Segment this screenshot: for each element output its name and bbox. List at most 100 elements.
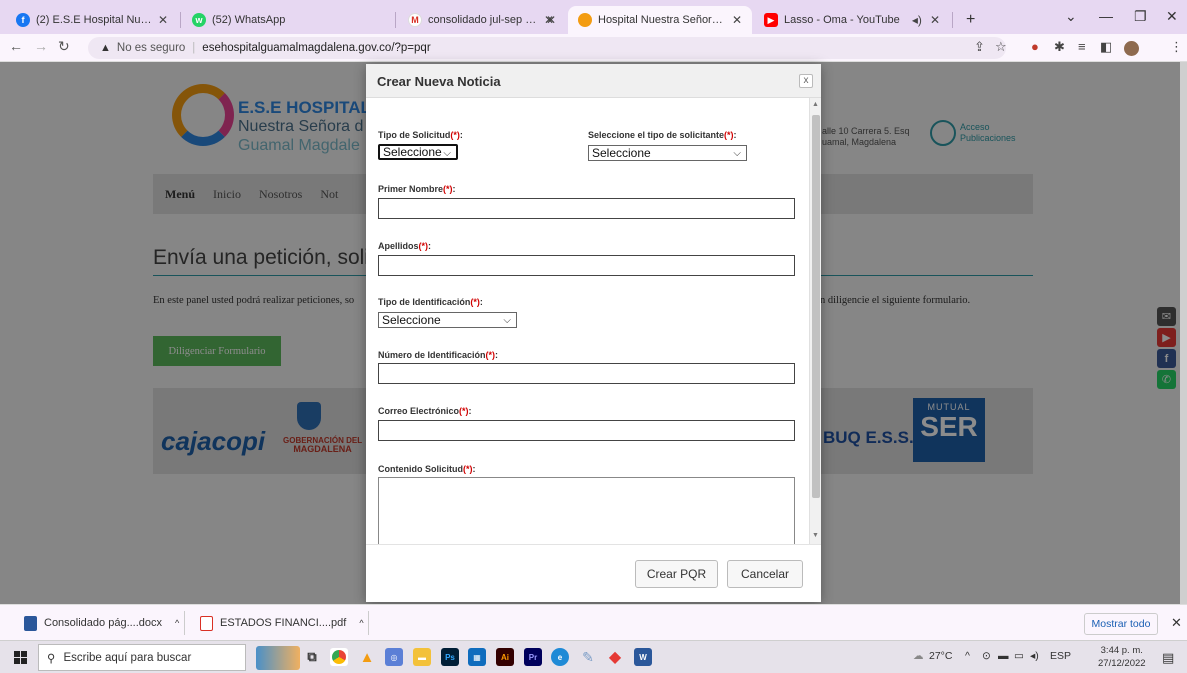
taskbar-search-box[interactable]: ⚲ Escribe aquí para buscar bbox=[38, 644, 246, 671]
tab-search-icon[interactable]: ⌄ bbox=[1065, 8, 1077, 25]
tab-divider bbox=[952, 12, 953, 28]
required-mark: (*) bbox=[724, 130, 734, 140]
field-label: Contenido Solicitud(*): bbox=[378, 464, 476, 474]
extension-icon[interactable]: ● bbox=[1031, 39, 1039, 54]
download-item-docx[interactable]: Consolidado pág....docx ^ bbox=[24, 605, 179, 641]
tab-whatsapp[interactable]: w (52) WhatsApp bbox=[182, 6, 382, 34]
maximize-icon[interactable]: ❐ bbox=[1134, 8, 1147, 25]
tab-title: (52) WhatsApp bbox=[212, 14, 286, 26]
weather-icon: ☁ bbox=[913, 650, 924, 662]
edge-icon[interactable]: e bbox=[551, 648, 569, 666]
store-icon[interactable]: ▦ bbox=[468, 648, 486, 666]
battery-icon[interactable]: ▬ bbox=[998, 650, 1009, 662]
windows-start-icon[interactable] bbox=[14, 651, 27, 664]
select-value: Seleccione bbox=[592, 146, 651, 160]
last-name-input[interactable] bbox=[378, 255, 795, 276]
anydesk-icon[interactable]: ◆ bbox=[606, 648, 624, 666]
bookmark-star-icon[interactable]: ☆ bbox=[995, 39, 1007, 55]
tab-youtube[interactable]: ▶ Lasso - Oma - YouTube ◂) ✕ bbox=[754, 6, 950, 34]
id-number-input[interactable] bbox=[378, 363, 795, 384]
share-icon[interactable]: ⇪ bbox=[974, 39, 985, 55]
premiere-icon[interactable]: Pr bbox=[524, 648, 542, 666]
required-mark: (*) bbox=[485, 350, 496, 360]
network-icon[interactable]: ⊙ bbox=[982, 650, 991, 662]
scroll-down-icon[interactable]: ▼ bbox=[812, 532, 819, 539]
cancel-button[interactable]: Cancelar bbox=[727, 560, 803, 588]
profile-avatar[interactable] bbox=[1124, 41, 1139, 56]
volume-icon[interactable]: ◂) bbox=[1030, 650, 1039, 662]
requester-type-select[interactable]: Seleccione ⌵ bbox=[588, 145, 747, 161]
label-text: Correo Electrónico bbox=[378, 406, 460, 416]
display-icon[interactable]: ▭ bbox=[1014, 650, 1024, 662]
page-scrollbar[interactable] bbox=[1180, 62, 1187, 604]
forward-icon[interactable]: → bbox=[34, 38, 48, 54]
tab-close-icon[interactable]: ✕ bbox=[732, 13, 742, 27]
create-pqr-button[interactable]: Crear PQR bbox=[635, 560, 718, 588]
reload-icon[interactable]: ↻ bbox=[58, 38, 70, 55]
scroll-up-icon[interactable]: ▲ bbox=[812, 101, 819, 108]
menu-kebab-icon[interactable]: ⋮ bbox=[1170, 39, 1183, 55]
weather-temperature[interactable]: 27°C bbox=[929, 650, 952, 662]
field-label: Primer Nombre(*): bbox=[378, 184, 456, 194]
photos-icon[interactable]: ◎ bbox=[385, 648, 403, 666]
side-panel-icon[interactable]: ◧ bbox=[1100, 39, 1112, 55]
tab-facebook[interactable]: f (2) E.S.E Hospital Nuestra Señora ✕ bbox=[6, 6, 178, 34]
security-label[interactable]: No es seguro bbox=[117, 42, 185, 54]
field-label: Seleccione el tipo de solicitante(*): bbox=[588, 130, 737, 140]
minimize-icon[interactable]: — bbox=[1099, 8, 1113, 24]
show-all-downloads-button[interactable]: Mostrar todo bbox=[1084, 613, 1158, 635]
notifications-icon[interactable]: ▤ bbox=[1162, 650, 1174, 666]
required-mark: (*) bbox=[450, 130, 460, 140]
label-text: Contenido Solicitud bbox=[378, 464, 463, 474]
word-doc-icon bbox=[24, 615, 37, 631]
taskbar-clock[interactable]: 3:44 p. m. 27/12/2022 bbox=[1098, 644, 1146, 670]
request-content-textarea[interactable] bbox=[378, 477, 795, 544]
browser-toolbar: ← → ↻ ▲ No es seguro | esehospitalguamal… bbox=[0, 34, 1187, 62]
tab-gmail[interactable]: M consolidado jul-sep 2022 - prens ✕ bbox=[398, 6, 566, 34]
downloads-bar: Consolidado pág....docx ^ ESTADOS FINANC… bbox=[0, 604, 1187, 640]
label-text: Primer Nombre bbox=[378, 184, 444, 194]
close-downloads-icon[interactable]: ✕ bbox=[1171, 615, 1182, 631]
tab-hospital[interactable]: Hospital Nuestra Señora del Carr ✕ bbox=[568, 6, 752, 34]
first-name-input[interactable] bbox=[378, 198, 795, 219]
tab-close-icon[interactable]: ✕ bbox=[930, 13, 940, 27]
create-news-dialog: Crear Nueva Noticia x Tipo de Solicitud(… bbox=[366, 64, 821, 602]
plus-icon: + bbox=[966, 11, 976, 28]
required-mark: (*) bbox=[459, 406, 469, 416]
reading-list-icon[interactable]: ≡ bbox=[1078, 39, 1086, 54]
window-close-icon[interactable]: ✕ bbox=[1166, 8, 1178, 25]
paint-icon[interactable]: ✎ bbox=[579, 648, 597, 666]
scrollbar-thumb[interactable] bbox=[812, 115, 820, 498]
illustrator-icon[interactable]: Ai bbox=[496, 648, 514, 666]
tab-close-icon[interactable]: ✕ bbox=[546, 13, 556, 27]
id-type-select[interactable]: Seleccione ⌵ bbox=[378, 312, 517, 328]
request-type-select[interactable]: Seleccione ⌵ bbox=[378, 144, 458, 160]
chevron-down-icon: ⌵ bbox=[733, 148, 741, 159]
select-value: Seleccione bbox=[383, 145, 442, 159]
word-icon[interactable]: W bbox=[634, 648, 652, 666]
tab-audio-icon[interactable]: ◂) bbox=[912, 13, 922, 27]
email-input[interactable] bbox=[378, 420, 795, 441]
new-tab-button[interactable]: + bbox=[956, 6, 982, 34]
field-label: Apellidos(*): bbox=[378, 241, 432, 251]
chevron-up-icon[interactable]: ^ bbox=[359, 618, 363, 628]
download-item-pdf[interactable]: ESTADOS FINANCI....pdf ^ bbox=[200, 605, 364, 641]
task-view-icon[interactable]: ⧉ bbox=[303, 648, 321, 666]
chrome-icon[interactable] bbox=[330, 648, 348, 666]
chevron-up-icon[interactable]: ^ bbox=[175, 618, 179, 628]
url-text[interactable]: esehospitalguamalmagdalena.gov.co/?p=pqr bbox=[202, 42, 430, 54]
dialog-close-button[interactable]: x bbox=[799, 74, 813, 88]
photoshop-icon[interactable]: Ps bbox=[441, 648, 459, 666]
file-explorer-icon[interactable]: ▬ bbox=[413, 648, 431, 666]
download-divider bbox=[184, 611, 185, 635]
vlc-icon[interactable]: ▲ bbox=[358, 648, 376, 666]
dialog-footer: Crear PQR Cancelar bbox=[366, 544, 821, 602]
language-indicator[interactable]: ESP bbox=[1050, 650, 1071, 662]
back-icon[interactable]: ← bbox=[9, 38, 23, 54]
show-hidden-icons[interactable]: ^ bbox=[965, 650, 970, 662]
clock-time: 3:44 p. m. bbox=[1100, 645, 1143, 656]
address-bar[interactable]: ▲ No es seguro | esehospitalguamalmagdal… bbox=[88, 37, 1006, 59]
dialog-scrollbar[interactable]: ▲ ▼ bbox=[809, 98, 821, 544]
tab-close-icon[interactable]: ✕ bbox=[158, 13, 168, 27]
extensions-puzzle-icon[interactable]: ✱ bbox=[1054, 39, 1065, 55]
